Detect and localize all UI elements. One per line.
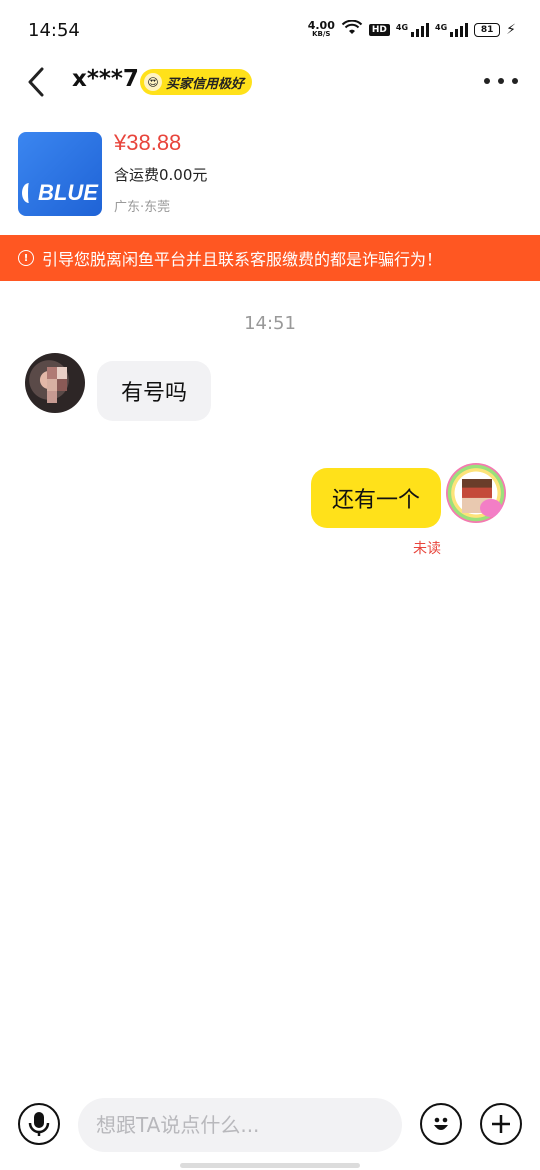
avatar-pixel xyxy=(57,367,67,379)
incoming-message-bubble[interactable]: 有号吗 xyxy=(97,361,211,421)
more-options-button[interactable] xyxy=(484,70,518,92)
fraud-warning-banner: ! 引导您脱离闲鱼平台并且联系客服缴费的都是诈骗行为！ xyxy=(0,235,540,281)
product-price: ¥38.88 xyxy=(114,130,182,155)
chevron-left-icon xyxy=(28,67,44,97)
more-dot-icon xyxy=(512,78,518,84)
peer-name[interactable]: x***7 xyxy=(72,66,139,92)
wifi-icon xyxy=(341,19,363,39)
warning-icon-glyph: ! xyxy=(23,252,29,264)
product-brand-logo: BLUE xyxy=(18,180,102,206)
network-speed: 4.00 KB/S xyxy=(307,18,335,39)
my-avatar[interactable] xyxy=(446,463,506,523)
network-speed-unit: KB/S xyxy=(312,29,331,38)
avatar-sticker xyxy=(480,499,502,517)
charging-icon: ⚡ xyxy=(506,21,516,38)
home-indicator[interactable] xyxy=(180,1163,360,1168)
plus-icon xyxy=(492,1115,510,1133)
voice-input-button[interactable] xyxy=(18,1103,60,1145)
peer-avatar[interactable] xyxy=(25,353,85,413)
smile-emoji-icon: 😍 xyxy=(144,73,162,91)
emoji-face-icon xyxy=(434,1117,448,1130)
warning-icon: ! xyxy=(18,250,34,266)
sim1-label: 4G xyxy=(395,22,409,32)
emoji-button[interactable] xyxy=(420,1103,462,1145)
product-card[interactable]: BLUE ¥38.88 含运费0.00元 广东·东莞 xyxy=(0,126,540,226)
avatar-pixel xyxy=(57,379,67,391)
message-input[interactable] xyxy=(78,1098,402,1152)
outgoing-message-bubble[interactable]: 还有一个 xyxy=(311,468,441,528)
credit-badge-label: 买家信用极好 xyxy=(166,76,245,92)
product-location: 广东·东莞 xyxy=(114,200,171,215)
fraud-warning-text: 引导您脱离闲鱼平台并且联系客服缴费的都是诈骗行为！ xyxy=(42,250,443,269)
status-icons: 4.00 KB/S HD 4G 4G 81 ⚡ xyxy=(308,20,516,39)
status-bar: 14:54 4.00 KB/S HD 4G 4G 81 ⚡ xyxy=(0,0,540,62)
battery-icon: 81 xyxy=(474,22,501,37)
hd-voice-icon: HD xyxy=(368,23,390,36)
avatar-pixel xyxy=(47,391,57,403)
chat-header: x***7 😍 买家信用极好 xyxy=(0,62,540,102)
more-actions-button[interactable] xyxy=(480,1103,522,1145)
avatar-pixel xyxy=(47,379,57,391)
status-time: 14:54 xyxy=(28,20,80,41)
avatar-pixel xyxy=(47,367,57,379)
back-button[interactable] xyxy=(22,64,52,100)
credit-badge[interactable]: 😍 买家信用极好 xyxy=(140,69,253,95)
brand-mark-icon xyxy=(22,183,36,203)
battery-level: 81 xyxy=(480,24,494,35)
product-brand-text: BLUE xyxy=(38,180,98,205)
message-timestamp: 14:51 xyxy=(244,313,296,334)
more-dot-icon xyxy=(498,78,504,84)
message-input-bar xyxy=(0,1095,540,1155)
signal-icon-sim1: 4G xyxy=(395,22,430,37)
signal-icon-sim2: 4G xyxy=(435,22,469,37)
shipping-fee: 含运费0.00元 xyxy=(114,166,208,184)
network-speed-value: 4.00 xyxy=(307,18,335,32)
more-dot-icon xyxy=(484,78,490,84)
sim2-label: 4G xyxy=(435,22,448,32)
unread-status: 未读 xyxy=(413,541,441,557)
product-thumbnail[interactable]: BLUE xyxy=(18,132,102,216)
microphone-icon xyxy=(28,1112,50,1136)
